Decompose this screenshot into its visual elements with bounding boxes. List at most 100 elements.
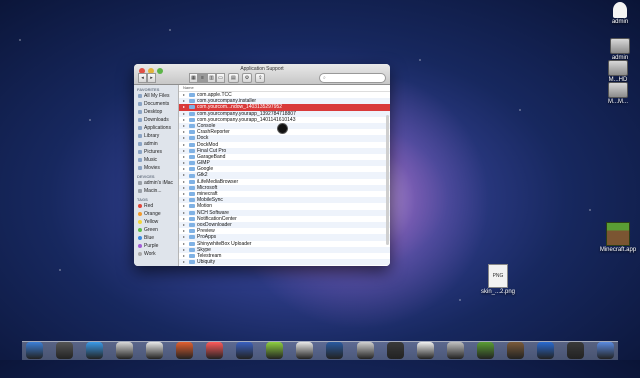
dock-app-icon[interactable]	[536, 342, 554, 359]
sidebar-item-pictures[interactable]: Pictures	[134, 148, 178, 156]
dock-app-icon[interactable]	[416, 342, 434, 359]
hard-drive-icon	[608, 60, 628, 76]
devices-header: DEVICES	[137, 174, 155, 179]
sidebar-item-applications[interactable]: Applications	[134, 124, 178, 132]
tag-color-icon	[138, 236, 142, 240]
sidebar-item-music[interactable]: Music	[134, 156, 178, 164]
folder-icon	[189, 216, 195, 221]
folder-icon	[138, 150, 142, 154]
sidebar-item-label: Red	[144, 203, 154, 209]
dock-app-icon[interactable]	[386, 342, 404, 359]
sidebar-tag-green[interactable]: Green	[134, 226, 178, 234]
folder-icon	[138, 102, 142, 106]
dock-app-icon[interactable]	[446, 342, 464, 359]
sidebar-item-desktop[interactable]: Desktop	[134, 108, 178, 116]
sidebar-device-item[interactable]: admin's iMac	[134, 179, 178, 187]
folder-icon	[189, 111, 195, 116]
sidebar-item-label: Documents	[144, 101, 170, 107]
dock-app-icon[interactable]	[326, 342, 344, 359]
file-row[interactable]: ▸ Ubiquity	[179, 259, 390, 266]
tag-color-icon	[138, 244, 142, 248]
desktop-hd3-icon[interactable]: M...M...	[598, 82, 638, 105]
disclosure-triangle-icon[interactable]: ▸	[183, 259, 187, 265]
folder-icon	[189, 192, 195, 197]
vertical-scrollbar[interactable]	[386, 115, 389, 245]
dock-app-icon[interactable]	[356, 342, 374, 359]
desktop-user-label: admin	[611, 19, 629, 25]
back-button[interactable]: ◂	[138, 72, 147, 83]
folder-icon	[189, 235, 195, 240]
sidebar-item-label: admin's iMac	[144, 180, 174, 186]
icon-view-button[interactable]: ▦	[189, 72, 198, 83]
folder-icon	[138, 94, 142, 98]
sidebar-tag-yellow[interactable]: Yellow	[134, 218, 178, 226]
dock-app-icon[interactable]	[56, 342, 74, 359]
file-name: Ubiquity	[197, 259, 216, 266]
sidebar-tag-blue[interactable]: Blue	[134, 234, 178, 242]
arrange-button[interactable]: ▤	[228, 72, 239, 83]
list-view-button[interactable]: ≡	[198, 72, 207, 83]
action-gear-button[interactable]: ⚙	[241, 72, 253, 83]
dock-app-icon[interactable]	[86, 342, 104, 359]
sidebar-item-movies[interactable]: Movies	[134, 164, 178, 172]
dock-app-icon[interactable]	[566, 342, 584, 359]
sidebar-item-all-my-files[interactable]: All My Files	[134, 92, 178, 100]
dock-app-icon[interactable]	[26, 342, 43, 359]
window-titlebar[interactable]: Application Support ◂ ▸ ▦ ≡ ▥ ▭ ▤ ⚙ ⇪ ⌕	[134, 64, 390, 85]
sidebar-item-label: Downloads	[144, 117, 169, 123]
folder-icon	[189, 253, 195, 258]
desktop-hd2-icon[interactable]: M...HD	[598, 60, 638, 83]
folder-icon	[189, 210, 195, 215]
folder-icon	[189, 173, 195, 178]
tag-color-icon	[138, 252, 142, 256]
sidebar-item-downloads[interactable]: Downloads	[134, 116, 178, 124]
sidebar-tag-red[interactable]: Red	[134, 202, 178, 210]
desktop-user-icon[interactable]: admin	[604, 2, 636, 25]
sidebar-item-admin[interactable]: admin	[134, 140, 178, 148]
folder-icon	[138, 134, 142, 138]
column-view-button[interactable]: ▥	[207, 72, 216, 83]
dock-app-icon[interactable]	[296, 342, 314, 359]
folder-icon	[189, 247, 195, 252]
sidebar-item-label: Blue	[144, 235, 155, 241]
sidebar-item-label: Macin...	[144, 188, 162, 194]
dock-app-icon[interactable]	[596, 342, 614, 359]
computer-icon	[138, 189, 142, 193]
search-icon: ⌕	[323, 74, 326, 81]
dock-app-icon[interactable]	[176, 342, 194, 359]
sidebar-item-documents[interactable]: Documents	[134, 100, 178, 108]
finder-toolbar: ◂ ▸ ▦ ≡ ▥ ▭ ▤ ⚙ ⇪ ⌕	[138, 72, 386, 83]
dock-app-icon[interactable]	[116, 342, 134, 359]
folder-icon	[189, 93, 195, 98]
folder-icon	[189, 223, 195, 228]
sidebar-item-label: Pictures	[144, 149, 163, 155]
folder-icon	[189, 198, 195, 203]
desktop-hd-icon[interactable]: admin	[604, 38, 636, 61]
share-button[interactable]: ⇪	[255, 72, 266, 83]
dock-app-icon[interactable]	[206, 342, 224, 359]
sidebar-device-item[interactable]: Macin...	[134, 187, 178, 195]
sidebar-tag-work[interactable]: Work	[134, 250, 178, 258]
cover-flow-button[interactable]: ▭	[216, 72, 225, 83]
dock-app-icon[interactable]	[236, 342, 254, 359]
folder-icon	[138, 110, 142, 114]
forward-button[interactable]: ▸	[147, 72, 156, 83]
computer-icon	[138, 181, 142, 185]
sidebar-tag-purple[interactable]: Purple	[134, 242, 178, 250]
column-header-name[interactable]: Name	[179, 85, 390, 92]
png-file-icon: PNG	[488, 264, 508, 288]
folder-icon	[138, 126, 142, 130]
finder-window[interactable]: Application Support ◂ ▸ ▦ ≡ ▥ ▭ ▤ ⚙ ⇪ ⌕ …	[134, 64, 390, 266]
dock-app-icon[interactable]	[476, 342, 494, 359]
dock-app-icon[interactable]	[266, 342, 284, 359]
sidebar-item-library[interactable]: Library	[134, 132, 178, 140]
folder-icon	[138, 142, 142, 146]
desktop-png-label: skin_...2.png	[480, 289, 516, 295]
desktop-minecraft-icon[interactable]: Minecraft.app	[596, 222, 640, 253]
dock-app-icon[interactable]	[146, 342, 164, 359]
dock-app-icon[interactable]	[506, 342, 524, 359]
desktop-png-icon[interactable]: PNG skin_...2.png	[478, 264, 518, 295]
sidebar-tag-orange[interactable]: Orange	[134, 210, 178, 218]
folder-icon	[189, 99, 195, 104]
search-field[interactable]: ⌕	[319, 72, 386, 83]
